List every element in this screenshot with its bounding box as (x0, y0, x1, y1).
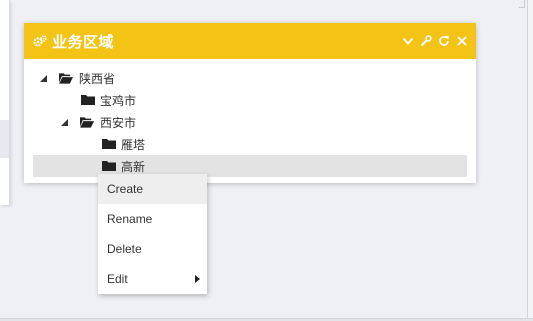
folder-icon (102, 160, 116, 172)
menu-item-delete[interactable]: Delete (98, 234, 207, 264)
tree-node-label: 雁塔 (121, 137, 146, 152)
tree-node-city[interactable]: 西安市 (24, 111, 476, 133)
folder-open-icon (80, 116, 94, 128)
menu-item-edit[interactable]: Edit (98, 264, 207, 294)
refresh-icon[interactable] (438, 35, 450, 47)
business-area-widget: 业务区域 陕西省 宝鸡市 西安市 雁塔 高新 (24, 23, 476, 183)
tree-node-province[interactable]: 陕西省 (24, 67, 476, 89)
tree-node-label: 西安市 (100, 115, 137, 130)
menu-item-label: Edit (107, 272, 128, 286)
widget-title: 业务区域 (52, 33, 115, 51)
window-corner (519, 0, 525, 8)
region-tree: 陕西省 宝鸡市 西安市 雁塔 高新 (24, 59, 476, 177)
widget-toolbar (402, 35, 468, 47)
menu-item-rename[interactable]: Rename (98, 204, 207, 234)
cogs-icon (33, 34, 47, 48)
wrench-icon[interactable] (420, 35, 432, 47)
folder-icon (102, 138, 116, 150)
tree-node-label: 高新 (121, 159, 146, 174)
collapse-triangle-icon[interactable] (60, 118, 68, 126)
widget-header: 业务区域 (24, 23, 476, 59)
window-right-edge (527, 0, 533, 321)
folder-icon (81, 94, 95, 106)
context-menu: Create Rename Delete Edit (98, 174, 207, 294)
background-panel-strip (0, 120, 9, 158)
folder-open-icon (59, 72, 73, 84)
submenu-arrow-icon (195, 275, 200, 283)
chevron-down-icon[interactable] (402, 35, 414, 47)
menu-item-label: Create (107, 182, 144, 196)
menu-item-label: Rename (107, 212, 153, 226)
menu-item-create[interactable]: Create (98, 174, 207, 204)
tree-node-city[interactable]: 宝鸡市 (24, 89, 476, 111)
tree-node-label: 陕西省 (79, 71, 116, 86)
collapse-triangle-icon[interactable] (39, 74, 47, 82)
menu-item-label: Delete (107, 242, 142, 256)
tree-node-label: 宝鸡市 (100, 93, 137, 108)
background-panel (0, 0, 10, 205)
close-icon[interactable] (456, 35, 468, 47)
tree-node-district[interactable]: 雁塔 (24, 133, 476, 155)
